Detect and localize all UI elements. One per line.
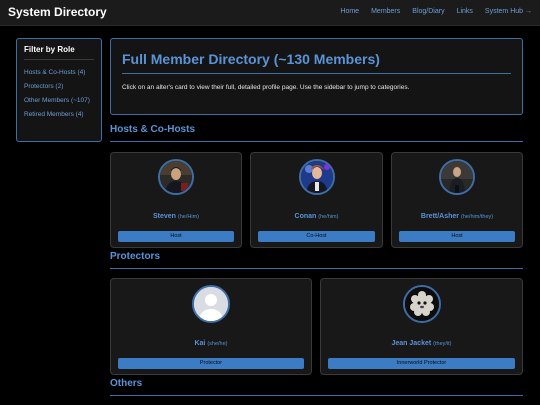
directory-intro-panel: Full Member Directory (~130 Members) Cli… — [110, 38, 523, 115]
sidebar-item-hosts[interactable]: Hosts & Co-Hosts (4) — [24, 69, 94, 76]
sidebar-item-other-members[interactable]: Other Members (~107) — [24, 97, 94, 104]
member-pronouns: (he/him) — [318, 214, 339, 220]
member-name-text: Brett/Asher — [420, 213, 460, 220]
role-badge-host[interactable]: Host — [399, 231, 515, 242]
avatar — [298, 159, 335, 195]
avatar — [192, 285, 230, 323]
role-filter-sidebar: Filter by Role Hosts & Co-Hosts (4) Prot… — [16, 38, 102, 142]
member-pronouns: (she/he) — [207, 341, 228, 347]
member-name: Brett/Asher (he/him/they) — [392, 213, 522, 220]
member-card-jean-jacket[interactable]: Jean Jacket (they/it) Innerworld Protect… — [320, 278, 523, 375]
fluffy-creature-icon — [404, 287, 439, 321]
user-silhouette-icon — [194, 287, 228, 321]
member-name: Steven (he/Him) — [111, 213, 241, 220]
nav-blog-link[interactable]: Blog/Diary — [412, 8, 444, 15]
section-heading-others: Others — [110, 378, 523, 396]
sidebar-item-retired-members[interactable]: Retired Members (4) — [24, 111, 94, 118]
member-name: Conan (he/him) — [251, 213, 382, 220]
conan-portrait-icon — [300, 161, 333, 193]
section-heading-protectors: Protectors — [110, 251, 523, 269]
member-pronouns: (they/it) — [433, 341, 452, 347]
sidebar-title: Filter by Role — [24, 45, 94, 60]
nav-home-link[interactable]: Home — [340, 8, 359, 15]
sidebar-item-protectors[interactable]: Protectors (2) — [24, 83, 94, 90]
page-title: Full Member Directory (~130 Members) — [122, 51, 511, 74]
section-heading-hosts: Hosts & Co-Hosts — [110, 124, 523, 142]
nav-members-link[interactable]: Members — [371, 8, 400, 15]
role-badge-protector[interactable]: Protector — [118, 358, 304, 369]
intro-description: Click on an alter's card to view their f… — [122, 84, 410, 91]
member-name-text: Jean Jacket — [391, 340, 432, 347]
role-badge-innerworld-protector[interactable]: Innerworld Protector — [328, 358, 515, 369]
avatar — [439, 159, 475, 195]
member-name-text: Kai — [194, 340, 206, 347]
member-name: Jean Jacket (they/it) — [321, 340, 522, 347]
member-name: Kai (she/he) — [111, 340, 311, 347]
member-card-steven[interactable]: Steven (he/Him) Host — [110, 152, 242, 248]
member-pronouns: (he/Him) — [177, 214, 199, 220]
nav-links: Home Members Blog/Diary Links System Hub… — [340, 8, 532, 15]
role-badge-co-host[interactable]: Co-Host — [258, 231, 375, 242]
member-card-conan[interactable]: Conan (he/him) Co-Host — [250, 152, 383, 248]
member-name-text: Conan — [294, 213, 317, 220]
role-badge-host[interactable]: Host — [118, 231, 234, 242]
avatar — [402, 285, 441, 323]
nav-system-hub-link[interactable]: System Hub → — [485, 8, 532, 15]
site-brand[interactable]: System Directory — [8, 5, 107, 19]
top-navbar: System Directory Home Members Blog/Diary… — [0, 0, 540, 26]
nav-links-link[interactable]: Links — [457, 8, 473, 15]
member-card-kai[interactable]: Kai (she/he) Protector — [110, 278, 312, 375]
brett-asher-portrait-icon — [441, 161, 473, 193]
member-pronouns: (he/him/they) — [460, 214, 494, 220]
member-card-brett-asher[interactable]: Brett/Asher (he/him/they) Host — [391, 152, 523, 248]
avatar — [158, 159, 194, 195]
steven-portrait-icon — [160, 161, 192, 193]
member-name-text: Steven — [152, 213, 176, 220]
